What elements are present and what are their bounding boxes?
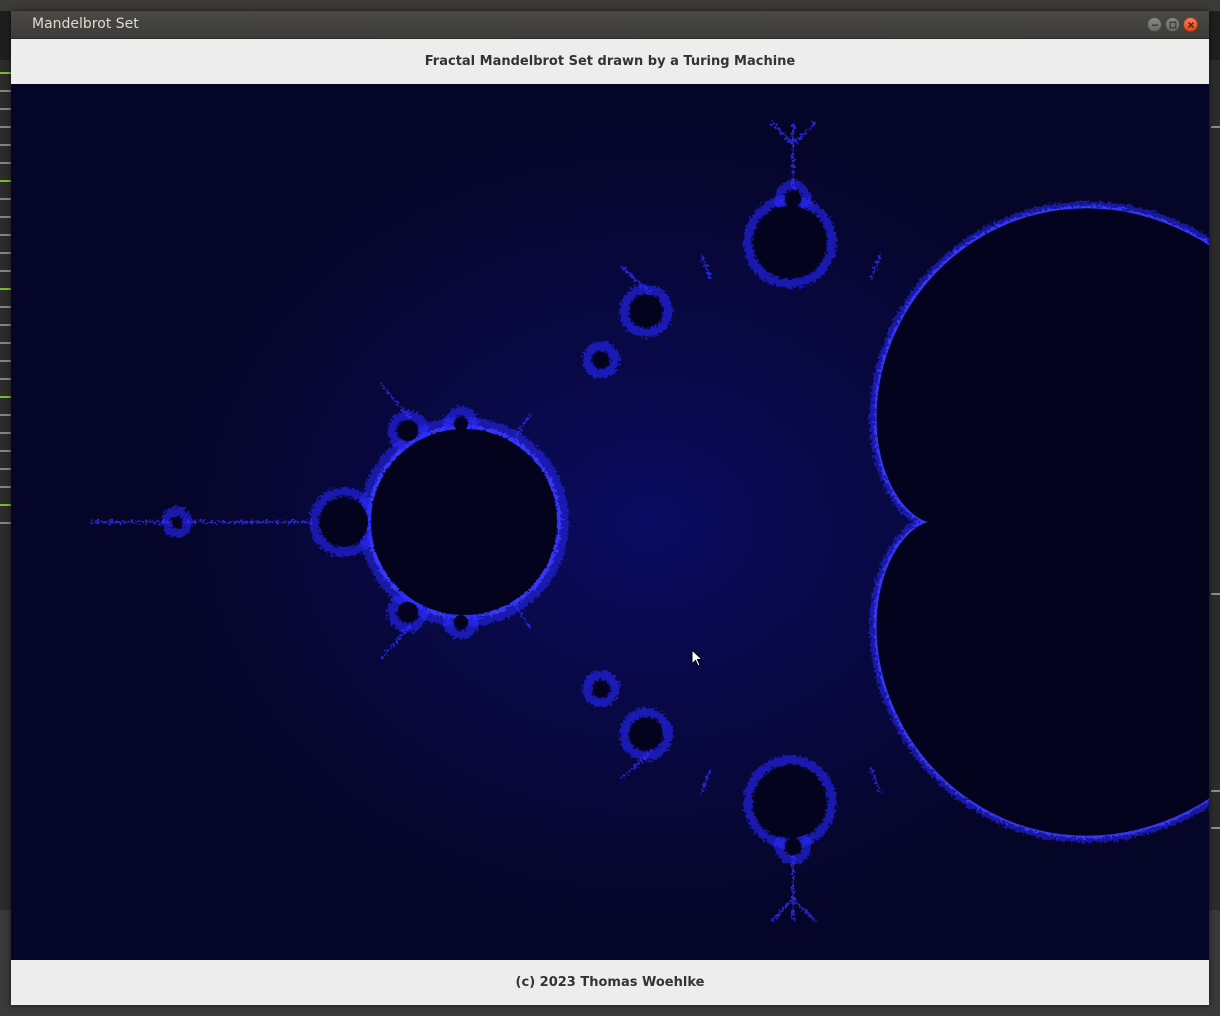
terminal-text-fragment — [0, 396, 11, 398]
terminal-text-fragment — [0, 90, 11, 92]
terminal-text-fragment — [0, 432, 11, 434]
minibulb — [454, 615, 468, 629]
terminal-text-fragment — [0, 234, 11, 236]
minimize-icon — [1151, 24, 1158, 26]
minibulb — [398, 421, 418, 441]
terminal-text-fragment — [0, 522, 11, 524]
minibulb — [454, 417, 468, 431]
mandelbrot-canvas[interactable] — [11, 84, 1209, 960]
minibulb — [320, 498, 368, 546]
window-title: Mandelbrot Set — [32, 16, 139, 32]
minibulb — [630, 718, 662, 750]
terminal-text-fragment — [0, 414, 11, 416]
background-terminal-left — [0, 60, 11, 910]
terminal-text-fragment — [0, 180, 11, 182]
background-terminal-right — [1209, 60, 1220, 910]
footer-copyright: (c) 2023 Thomas Woehlke — [515, 975, 705, 990]
terminal-text-fragment — [0, 216, 11, 218]
mandelbrot-window: Mandelbrot Set Fractal Mandelbrot Set dr… — [11, 11, 1209, 1005]
terminal-text-fragment — [0, 306, 11, 308]
terminal-text-fragment — [1211, 827, 1220, 829]
terminal-text-fragment — [0, 198, 11, 200]
mouse-pointer-icon — [691, 649, 704, 667]
minibulb — [398, 602, 418, 622]
terminal-text-fragment — [0, 108, 11, 110]
minimize-button[interactable] — [1147, 17, 1162, 32]
header-title: Fractal Mandelbrot Set drawn by a Turing… — [424, 54, 796, 69]
terminal-text-fragment — [0, 252, 11, 254]
terminal-text-fragment — [0, 144, 11, 146]
window-titlebar[interactable]: Mandelbrot Set — [11, 11, 1209, 39]
minibulb — [923, 703, 959, 739]
maximize-button[interactable] — [1165, 17, 1180, 32]
footer-panel: (c) 2023 Thomas Woehlke — [11, 960, 1209, 1005]
terminal-text-fragment — [0, 162, 11, 164]
minibulb — [593, 352, 609, 368]
terminal-text-fragment — [0, 288, 11, 290]
terminal-text-fragment — [0, 126, 11, 128]
minibulb — [630, 295, 662, 327]
terminal-text-fragment — [0, 468, 11, 470]
terminal-text-fragment — [0, 342, 11, 344]
terminal-text-fragment — [0, 270, 11, 272]
terminal-text-fragment — [0, 378, 11, 380]
terminal-text-fragment — [0, 360, 11, 362]
minibulb — [971, 388, 987, 404]
close-icon — [1187, 21, 1194, 28]
minibulb — [754, 206, 826, 278]
minibulb — [754, 766, 826, 838]
minibulb — [593, 681, 609, 697]
mandelbrot-fractal-image — [11, 84, 1209, 960]
terminal-text-fragment — [0, 450, 11, 452]
header-panel: Fractal Mandelbrot Set drawn by a Turing… — [11, 39, 1209, 84]
minibulb — [923, 306, 959, 342]
terminal-text-fragment — [0, 504, 11, 506]
maximize-icon — [1169, 21, 1176, 28]
terminal-text-fragment — [1211, 593, 1220, 595]
close-button[interactable] — [1183, 17, 1198, 32]
terminal-text-fragment — [1211, 126, 1220, 128]
terminal-text-fragment — [0, 486, 11, 488]
minibulb — [785, 191, 801, 207]
minibulb — [172, 517, 182, 527]
terminal-text-fragment — [0, 72, 11, 74]
period-2-bulb — [371, 429, 557, 615]
minibulb — [971, 641, 987, 657]
terminal-text-fragment — [1211, 790, 1220, 792]
minibulb — [785, 838, 801, 854]
terminal-text-fragment — [0, 324, 11, 326]
background-top-panel — [0, 0, 1220, 11]
